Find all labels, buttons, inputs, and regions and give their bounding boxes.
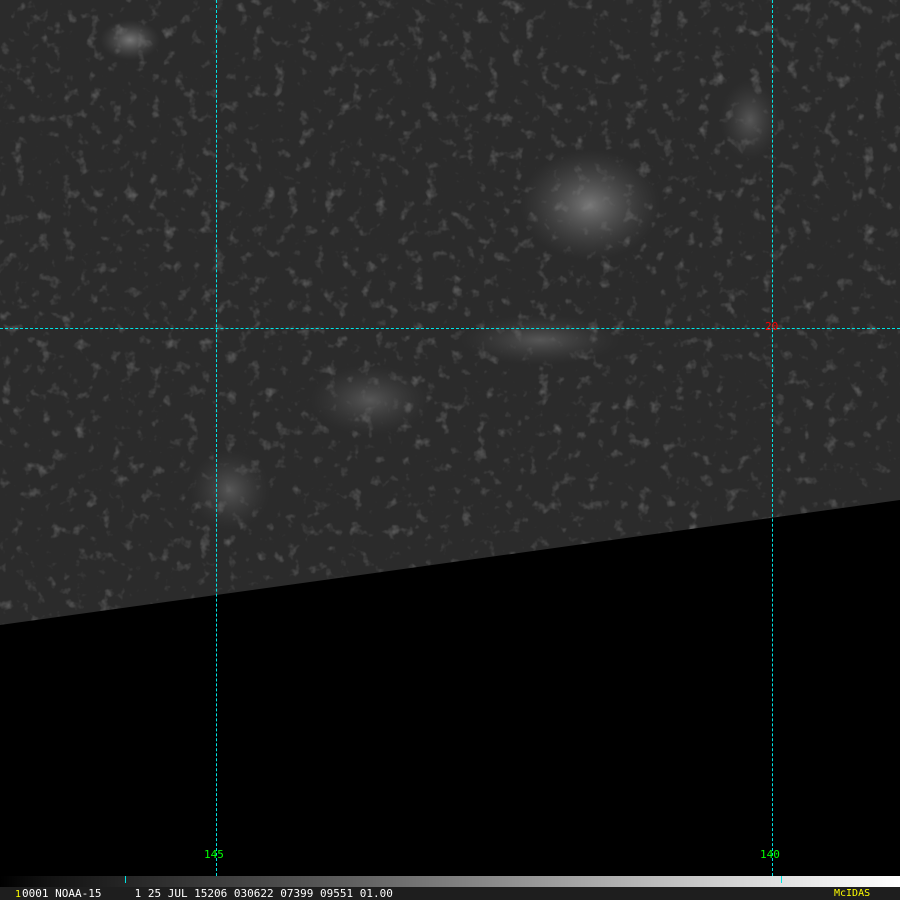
status-bar: 1 0001 NOAA-15 1 25 JUL 15206 030622 073… (0, 887, 900, 900)
color-bar-tick (781, 876, 782, 883)
latitude-label-20: 20 (765, 320, 779, 333)
frame-number: 1 (15, 889, 22, 900)
image-info: 0001 NOAA-15 1 25 JUL 15206 030622 07399… (22, 887, 393, 900)
mcidas-logo: McIDAS (834, 888, 871, 899)
longitude-line-145 (216, 0, 217, 876)
color-bar-tick (125, 876, 126, 883)
satellite-image-viewer: 145 140 20 1 0001 NOAA-15 1 25 JUL 15206… (0, 0, 900, 900)
grayscale-color-bar (0, 876, 900, 887)
longitude-label-140: 140 (760, 848, 780, 861)
satellite-image (0, 0, 900, 625)
longitude-label-145: 145 (204, 848, 224, 861)
longitude-line-140 (772, 0, 773, 876)
